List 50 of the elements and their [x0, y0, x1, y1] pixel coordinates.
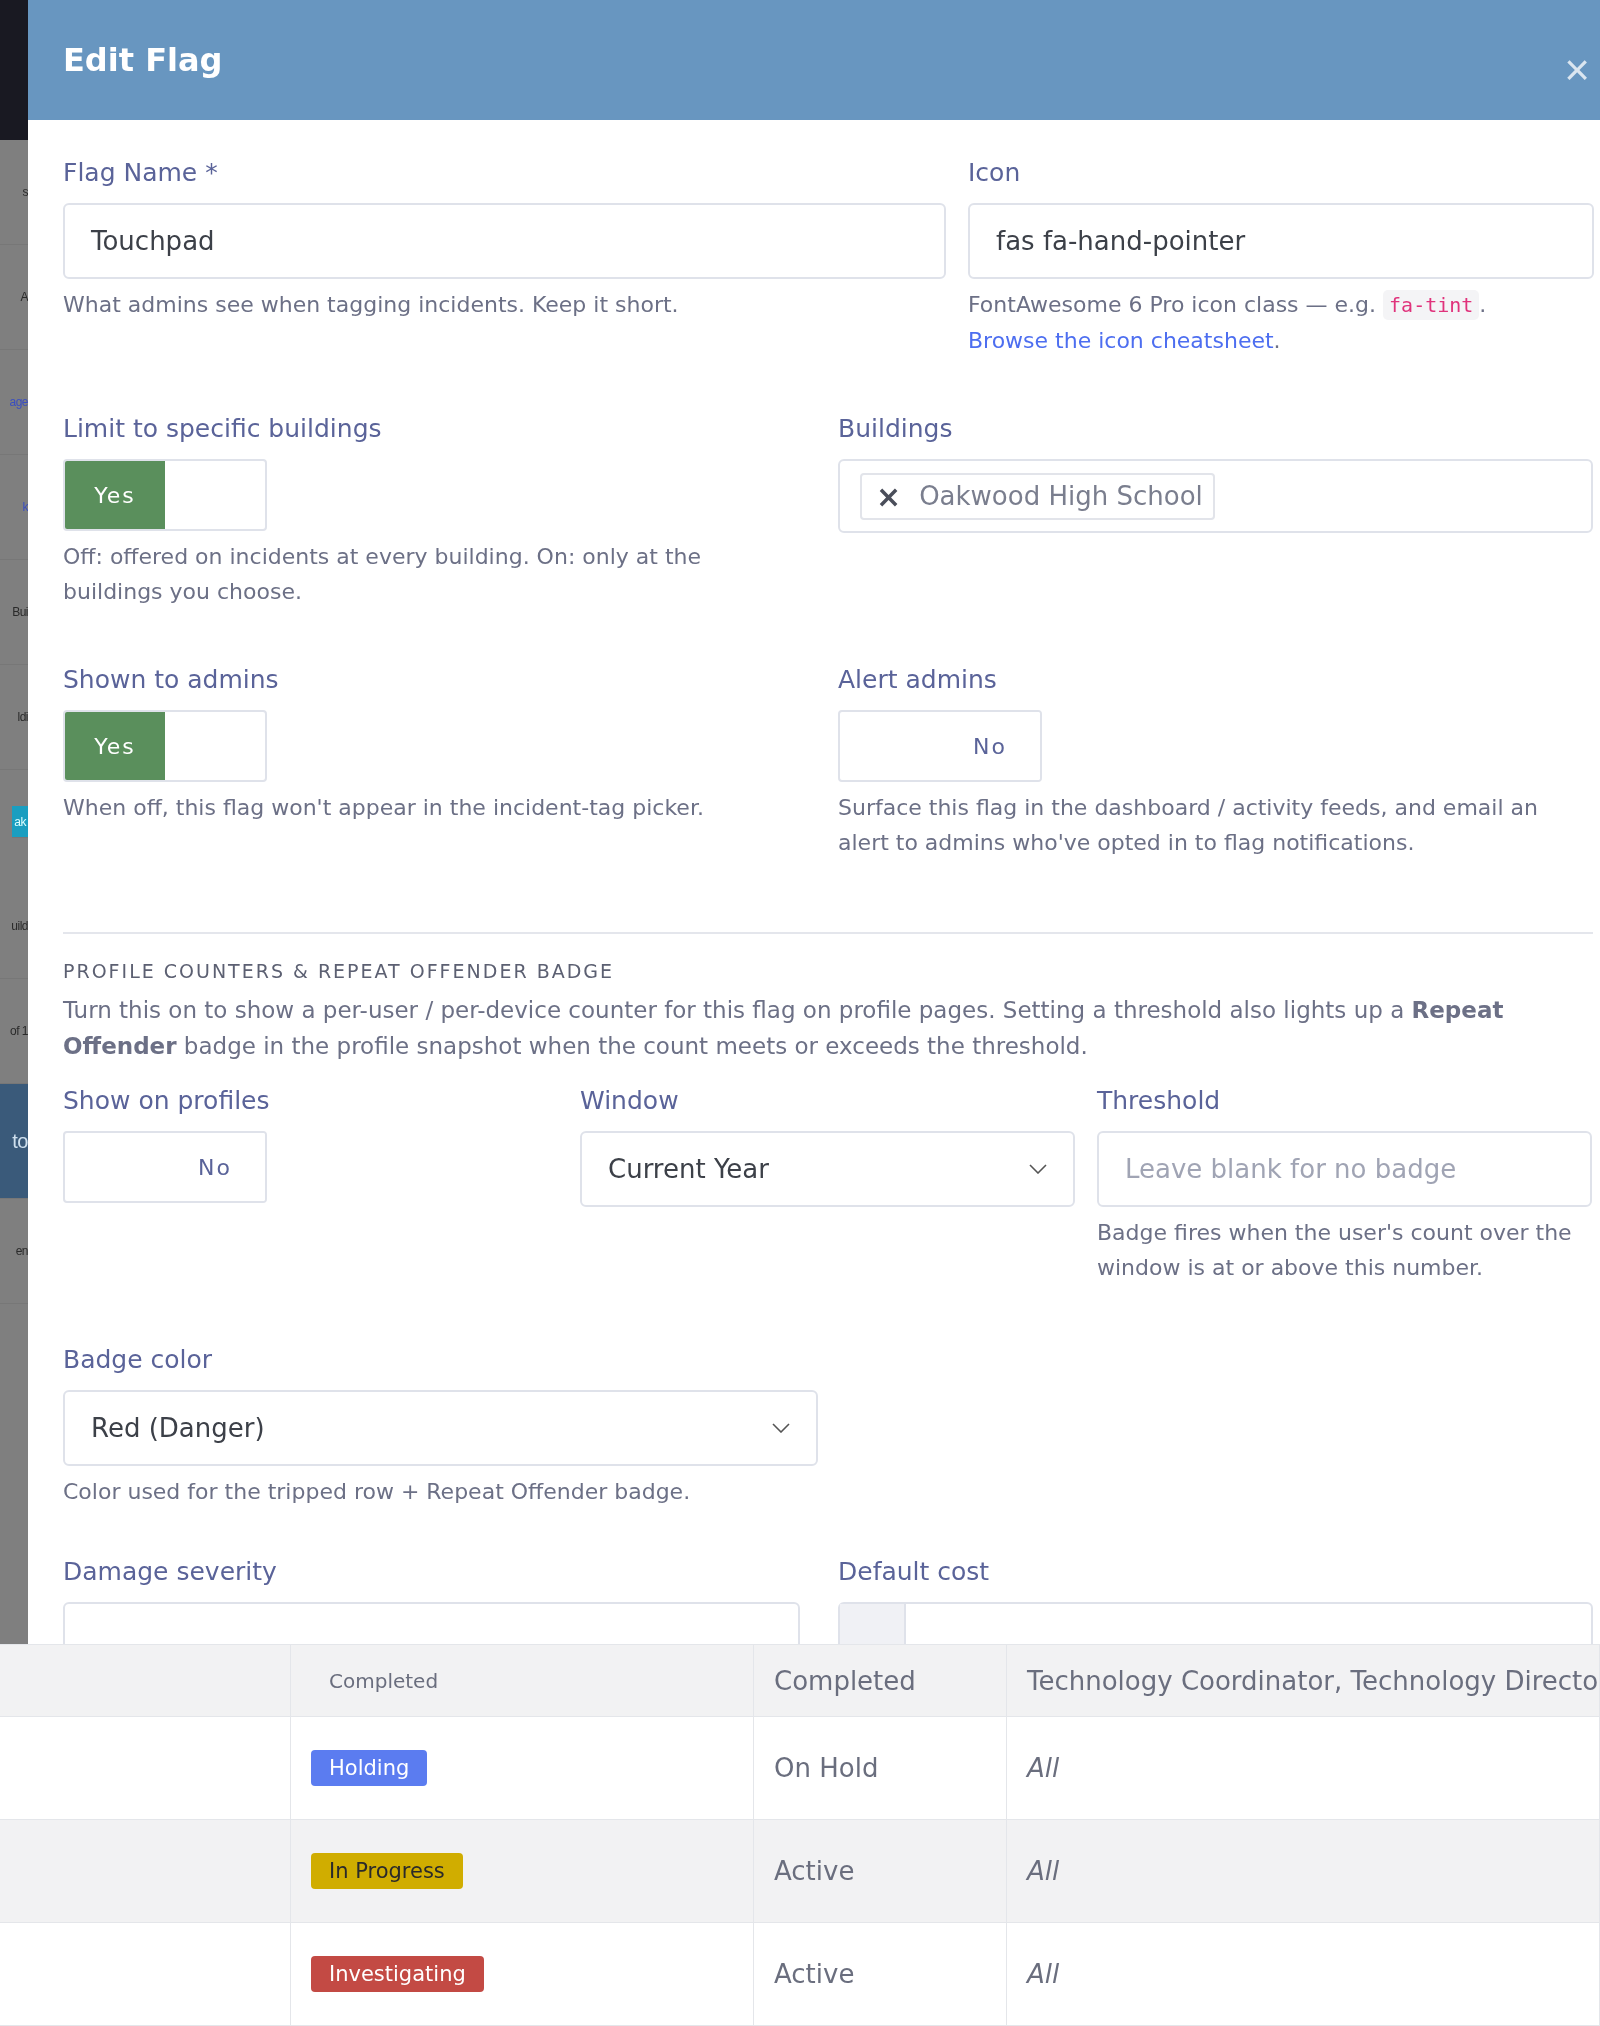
section-heading: PROFILE COUNTERS & REPEAT OFFENDER BADGE	[63, 960, 616, 982]
icon-field[interactable]: fas fa-hand-pointer	[968, 203, 1594, 279]
table-cell: All	[1027, 1753, 1060, 1783]
remove-icon[interactable]: ×	[876, 478, 902, 514]
background-text: ak	[12, 806, 28, 838]
table-cell: On Hold	[774, 1753, 879, 1783]
field-label: Window	[580, 1086, 680, 1115]
toggle-switch[interactable]: Yes	[63, 459, 267, 531]
field-label: Badge color	[63, 1345, 214, 1374]
section-description: Turn this on to show a per-user / per-device counter for this flag on profile pages. Setting a threshold also lights up a Repeat Offender badge in the profile snapshot when the count meets or exceeds the threshold.	[63, 996, 1505, 1061]
toggle-switch[interactable]: No	[63, 1131, 267, 1203]
help-text: When off, this flag won't appear in the incident-tag picker.	[63, 794, 705, 822]
chip-label: Oakwood High School	[919, 481, 1203, 511]
field-label: Icon	[968, 158, 1022, 187]
badge-color-select[interactable]: Red (Danger)	[63, 1390, 818, 1466]
status-badge: In Progress	[311, 1853, 463, 1889]
table-cell: Technology Coordinator, Technology Directo	[1027, 1665, 1599, 1696]
background-text: to	[0, 1084, 28, 1199]
field-label: Damage severity	[63, 1557, 278, 1586]
window-select[interactable]: Current Year	[580, 1131, 1075, 1207]
help-text: Color used for the tripped row + Repeat Offender badge.	[63, 1478, 692, 1506]
cheatsheet-link[interactable]: Browse the icon cheatsheet	[968, 328, 1274, 353]
help-text: Surface this flag in the dashboard / activity feeds, and email an alert to admins who've opted in to flag notifications.	[838, 794, 1539, 857]
field-label: Limit to specific buildings	[63, 414, 383, 443]
field-label: Shown to admins	[63, 665, 280, 694]
help-text: FontAwesome 6 Pro icon class — e.g. fa-tint . Browse the icon cheatsheet.	[968, 289, 1488, 355]
help-text: What admins see when tagging incidents. Keep it short.	[63, 291, 680, 319]
field-label: Buildings	[838, 414, 954, 443]
table-cell-text: Completed	[328, 1668, 439, 1693]
table-cell: Active	[774, 1856, 855, 1886]
chevron-icon	[1029, 1164, 1047, 1174]
buildings-field[interactable]: × Oakwood High School	[838, 459, 1593, 533]
table-cell: All	[1027, 1959, 1060, 1989]
toggle-switch[interactable]: No	[838, 710, 1042, 782]
help-text: Badge fires when the user's count over the window is at or above this number.	[1097, 1219, 1573, 1282]
chevron-icon	[772, 1423, 790, 1433]
field-label: Alert admins	[838, 665, 998, 694]
table-cell: All	[1027, 1856, 1060, 1886]
help-text: Off: offered on incidents at every building. On: only at the buildings you choose.	[63, 543, 703, 606]
field-label: Default cost	[838, 1557, 991, 1586]
status-badge: Holding	[311, 1750, 428, 1786]
status-badge: Investigating	[311, 1956, 484, 1992]
modal-title: Edit Flag	[63, 41, 223, 79]
field-label: Flag Name *	[63, 158, 219, 187]
field-label: Threshold	[1097, 1086, 1222, 1115]
flag-name-field[interactable]: Touchpad	[63, 203, 946, 279]
field-label: Show on profiles	[63, 1086, 271, 1115]
table-cell: Active	[774, 1959, 855, 1989]
table-cell: Completed	[774, 1665, 916, 1696]
toggle-switch[interactable]: Yes	[63, 710, 267, 782]
